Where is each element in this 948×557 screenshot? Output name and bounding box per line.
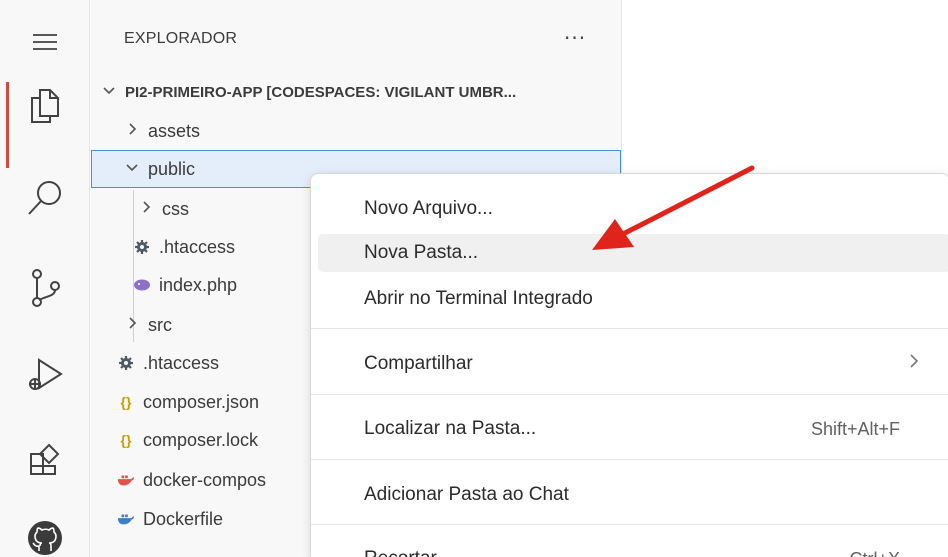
annotation-arrow-icon xyxy=(592,165,755,250)
